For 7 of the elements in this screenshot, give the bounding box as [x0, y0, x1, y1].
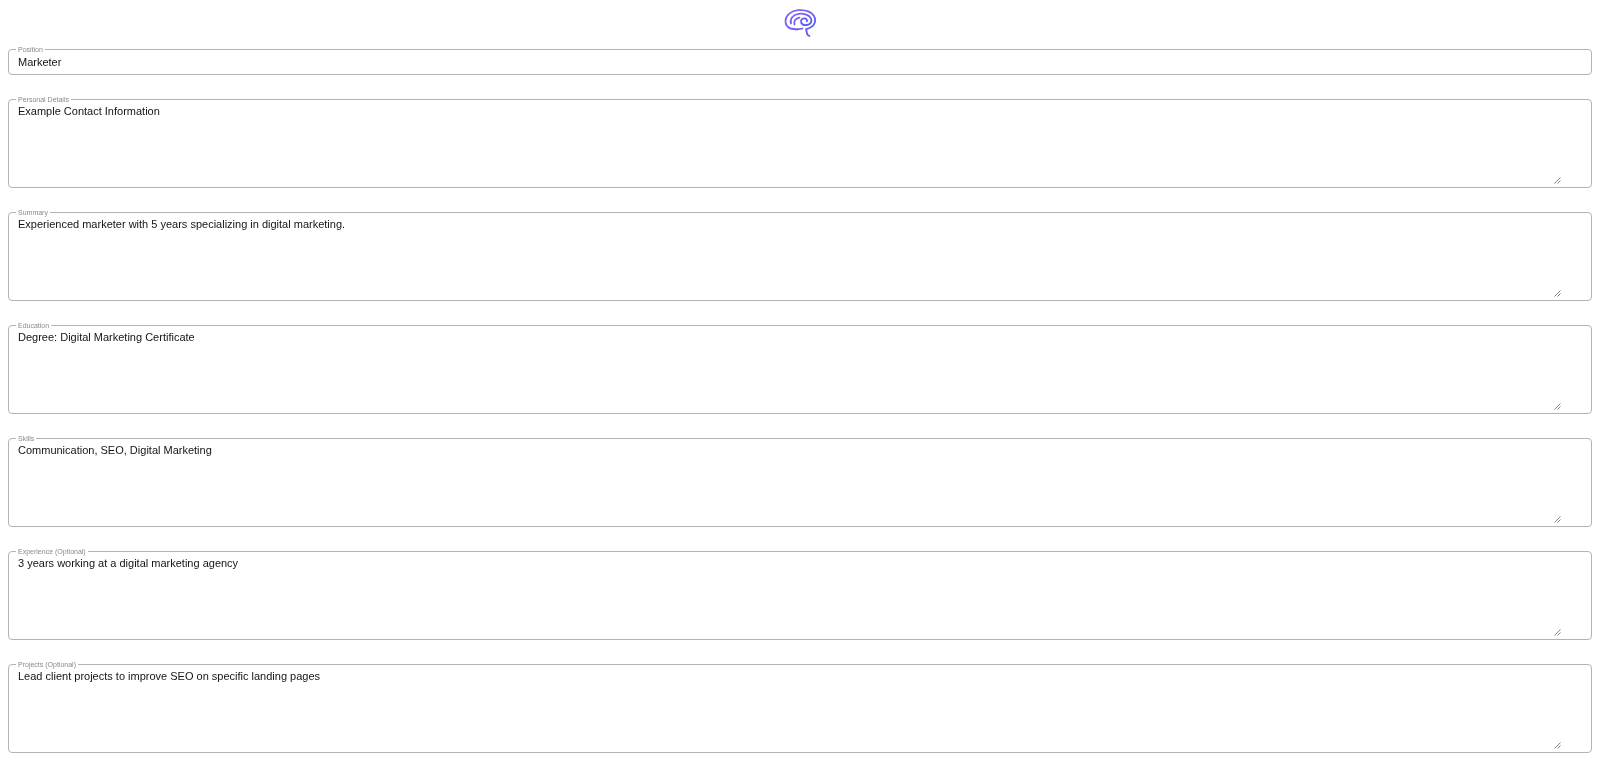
resize-grip-icon[interactable] — [1554, 403, 1561, 410]
brain-icon — [783, 7, 817, 38]
resize-grip-icon[interactable] — [1554, 742, 1561, 749]
resize-grip-icon[interactable] — [1554, 629, 1561, 636]
resize-grip-icon[interactable] — [1554, 516, 1561, 523]
resize-grip-icon[interactable] — [1554, 290, 1561, 297]
resize-grip-icon[interactable] — [1554, 177, 1561, 184]
